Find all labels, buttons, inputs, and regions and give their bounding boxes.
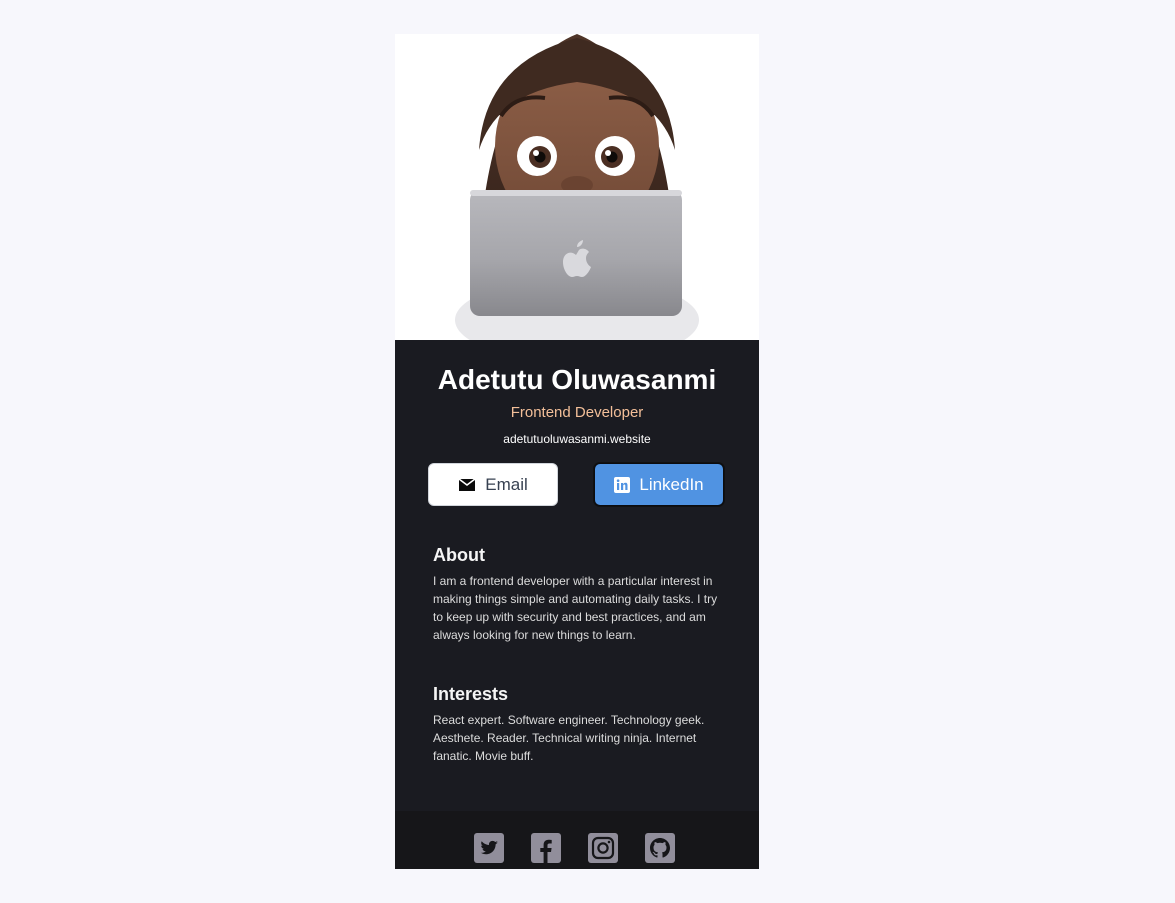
linkedin-button-label: LinkedIn	[639, 474, 704, 494]
facebook-icon	[531, 833, 561, 863]
about-text: I am a frontend developer with a particu…	[433, 574, 718, 642]
linkedin-button[interactable]: LinkedIn	[594, 463, 724, 506]
twitter-icon	[474, 833, 504, 863]
facebook-link[interactable]	[531, 833, 561, 863]
interests-heading: Interests	[433, 684, 509, 704]
github-link[interactable]	[645, 833, 675, 863]
profile-website[interactable]: adetutuoluwasanmi.website	[395, 431, 759, 447]
mail-icon	[458, 477, 476, 491]
instagram-icon	[588, 833, 618, 863]
twitter-link[interactable]	[474, 833, 504, 863]
linkedin-icon	[614, 476, 631, 493]
social-footer	[395, 811, 759, 869]
profile-name: Adetutu Oluwasanmi	[437, 364, 717, 395]
interests-text: React expert. Software engineer. Technol…	[433, 713, 705, 763]
email-button-label: Email	[485, 474, 528, 494]
profile-card: Adetutu Oluwasanmi Frontend Developer ad…	[395, 34, 759, 869]
avatar	[395, 34, 759, 340]
github-icon	[645, 833, 675, 863]
avatar-illustration	[455, 34, 699, 340]
instagram-link[interactable]	[588, 833, 618, 863]
email-button[interactable]: Email	[428, 463, 558, 506]
about-heading: About	[433, 545, 485, 565]
profile-role: Frontend Developer	[510, 404, 644, 421]
